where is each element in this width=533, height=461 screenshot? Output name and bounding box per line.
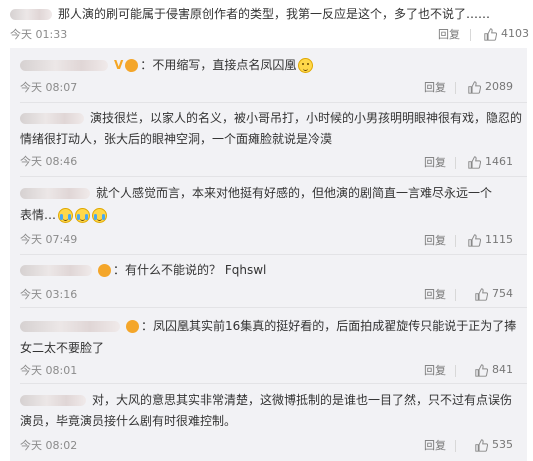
divider — [455, 82, 456, 94]
reply-text-continued: 表情… — [20, 208, 57, 222]
username-blurred[interactable] — [20, 188, 90, 199]
laugh-cry-emoji-icon — [92, 208, 108, 223]
reply-button[interactable]: 回复 — [438, 28, 460, 42]
like-button[interactable]: 754 — [475, 287, 513, 301]
like-button[interactable]: 841 — [475, 363, 513, 377]
reply-line: ：有什么不能说的？ Fqhswl — [20, 262, 266, 279]
username-blurred[interactable] — [20, 60, 108, 71]
reply-line-2: 演员，毕竟演员接什么剧有时很难控制。 — [20, 414, 237, 428]
username-blurred[interactable] — [20, 113, 84, 124]
like-button[interactable]: 2089 — [468, 80, 513, 94]
reply-line: 演技很烂，以家人的名义，被小哥吊打，小时候的小男孩明明眼神很有戏，隐忍的 — [20, 110, 522, 127]
reply-button[interactable]: 回复 — [424, 288, 446, 302]
top-comment-text: 那人演的刷可能属于侵害原创作者的类型，我第一反应是这个，多了也不说了…… — [58, 7, 491, 21]
verified-v-icon: V — [114, 58, 124, 72]
reply-button[interactable]: 回复 — [424, 439, 446, 453]
reply-time: 今天 08:07 — [20, 81, 78, 94]
reply-text: 就个人感觉而言，本来对他挺有好感的，但他演的剧简直一言难尽永远一个 — [96, 186, 493, 200]
laugh-cry-emoji-icon — [58, 208, 74, 223]
reply-time: 今天 08:46 — [20, 155, 78, 168]
reply-line: 就个人感觉而言，本来对他挺有好感的，但他演的剧简直一言难尽永远一个 — [20, 185, 492, 202]
username-blurred[interactable] — [20, 265, 92, 276]
like-count: 535 — [492, 438, 513, 451]
thumbs-up-icon — [468, 233, 481, 247]
like-count: 754 — [492, 287, 513, 300]
divider — [470, 29, 471, 41]
reply-time: 今天 07:49 — [20, 233, 78, 246]
reply-text: 凤囚凰其实前16集真的挺好看的，后面拍成翟旋传只能说于正为了捧 — [153, 319, 517, 333]
top-comment-line: 那人演的刷可能属于侵害原创作者的类型，我第一反应是这个，多了也不说了…… — [10, 6, 490, 23]
thumbs-up-icon — [484, 27, 497, 41]
like-count: 2089 — [485, 80, 513, 93]
like-count: 1115 — [485, 233, 513, 246]
reply-button[interactable]: 回复 — [424, 364, 446, 378]
divider — [20, 383, 527, 384]
reply-text: 演技很烂，以家人的名义，被小哥吊打，小时候的小男孩明明眼神很有戏，隐忍的 — [90, 111, 523, 125]
reply-line-2: 表情… — [20, 207, 108, 224]
reply-text: 有什么不能说的？ Fqhswl — [125, 263, 267, 277]
divider — [455, 235, 456, 247]
like-button[interactable]: 4103 — [484, 27, 529, 41]
divider — [455, 289, 456, 301]
reply-line: 对，大风的意思其实非常清楚，这微博抵制的是谁也一目了然，只不过有点误伤 — [20, 392, 512, 409]
like-count: 1461 — [485, 155, 513, 168]
reply-text: 不用缩写，直接点名凤囚凰 — [152, 58, 297, 72]
weibo-user-badge-icon — [98, 264, 111, 277]
reply-line-2: 女二太不要脸了 — [20, 341, 105, 355]
divider — [20, 254, 527, 255]
like-count: 841 — [492, 363, 513, 376]
like-button[interactable]: 1115 — [468, 233, 513, 247]
reply-time: 今天 03:16 — [20, 288, 78, 301]
smile-emoji-icon — [298, 58, 314, 73]
reply-button[interactable]: 回复 — [424, 81, 446, 95]
divider — [20, 307, 527, 308]
divider — [20, 102, 527, 103]
reply-button[interactable]: 回复 — [424, 234, 446, 248]
like-count: 4103 — [501, 27, 529, 40]
divider — [455, 365, 456, 377]
reply-time: 今天 08:01 — [20, 364, 78, 377]
reply-line-2: 情绪很打动人，张大后的眼神空洞，一个面瘫脸就说是冷漠 — [20, 132, 333, 146]
reply-button[interactable]: 回复 — [424, 156, 446, 170]
thumbs-up-icon — [475, 287, 488, 301]
comment-time: 今天 01:33 — [10, 28, 68, 41]
username-blurred[interactable] — [20, 321, 120, 332]
divider — [20, 176, 527, 177]
reply-text: 对，大风的意思其实非常清楚，这微博抵制的是谁也一目了然，只不过有点误伤 — [92, 393, 513, 407]
replies-panel: V ：不用缩写，直接点名凤囚凰 今天 08:07 回复 2089 演技很烂，以家人… — [10, 48, 527, 461]
weibo-user-badge-icon — [126, 320, 139, 333]
divider — [455, 440, 456, 452]
thumbs-up-icon — [475, 363, 488, 377]
username-blurred[interactable] — [20, 395, 86, 406]
weibo-user-badge-icon — [125, 59, 139, 72]
username-blurred[interactable] — [10, 9, 52, 20]
reply-line: V ：不用缩写，直接点名凤囚凰 — [20, 57, 314, 74]
thumbs-up-icon — [468, 155, 481, 169]
like-button[interactable]: 535 — [475, 438, 513, 452]
divider — [455, 157, 456, 169]
reply-line: ：凤囚凰其实前16集真的挺好看的，后面拍成翟旋传只能说于正为了捧 — [20, 318, 516, 335]
thumbs-up-icon — [475, 438, 488, 452]
thumbs-up-icon — [468, 80, 481, 94]
reply-time: 今天 08:02 — [20, 439, 78, 452]
laugh-cry-emoji-icon — [75, 208, 91, 223]
like-button[interactable]: 1461 — [468, 155, 513, 169]
top-comment: 那人演的刷可能属于侵害原创作者的类型，我第一反应是这个，多了也不说了…… 今天 … — [0, 0, 533, 48]
